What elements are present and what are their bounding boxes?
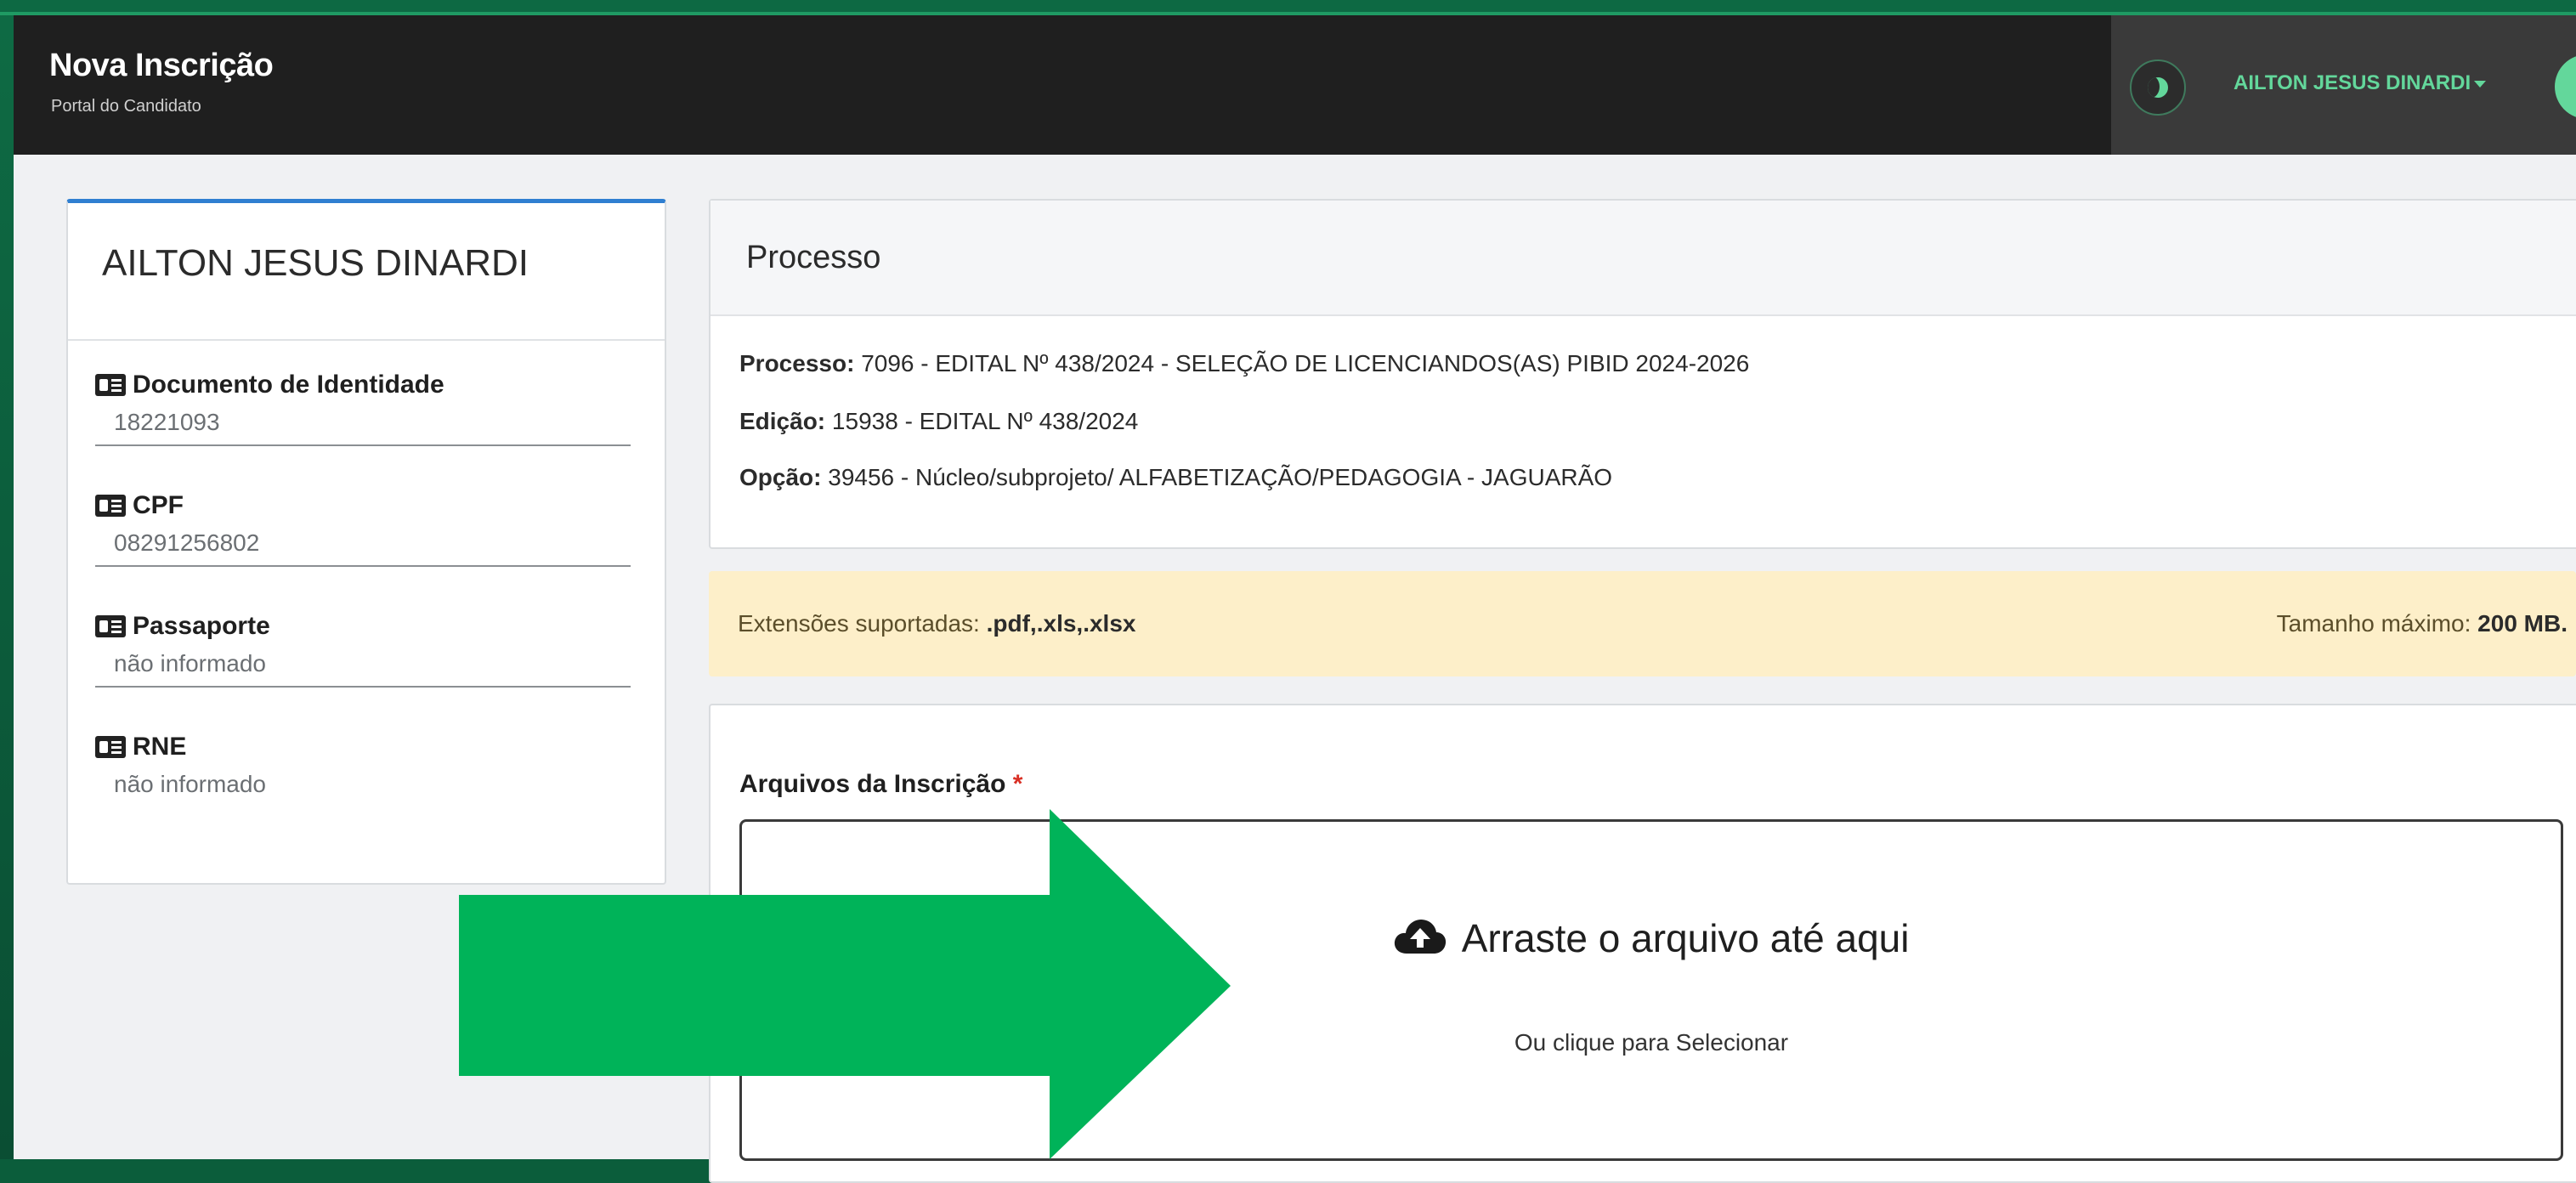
passport-field: Passaporte não informado bbox=[95, 611, 631, 688]
rne-label: RNE bbox=[133, 733, 187, 761]
identity-document-label: Documento de Identidade bbox=[133, 371, 444, 399]
id-card-icon bbox=[95, 495, 126, 517]
process-line: Processo: 7096 - EDITAL Nº 438/2024 - SE… bbox=[739, 350, 1750, 376]
passport-value: não informado bbox=[95, 650, 631, 688]
cpf-value: 08291256802 bbox=[95, 529, 631, 567]
user-menu-name: AILTON JESUS DINARDI bbox=[2233, 71, 2471, 94]
supported-extensions: Extensões suportadas: .pdf,.xls,.xlsx bbox=[738, 610, 1136, 637]
id-card-icon bbox=[95, 615, 126, 637]
moon-icon bbox=[2148, 77, 2168, 98]
max-file-size: Tamanho máximo: 200 MB. bbox=[2276, 610, 2568, 637]
user-menu-dropdown[interactable]: AILTON JESUS DINARDI bbox=[2233, 71, 2487, 95]
cloud-upload-icon bbox=[1395, 920, 1447, 954]
cpf-field: CPF 08291256802 bbox=[95, 490, 631, 567]
dropzone-subtitle: Ou clique para Selecionar bbox=[1514, 1029, 1789, 1056]
caret-down-icon bbox=[2474, 80, 2487, 88]
id-card-icon bbox=[95, 374, 126, 396]
process-card-header: Processo bbox=[711, 201, 2576, 316]
identity-document-value: 18221093 bbox=[95, 409, 631, 446]
page-subtitle: Portal do Candidato bbox=[51, 97, 201, 116]
process-card: Processo Processo: 7096 - EDITAL Nº 438/… bbox=[709, 199, 2576, 549]
process-card-title: Processo bbox=[746, 240, 881, 275]
top-navbar: Nova Inscrição Portal do Candidato AILTO… bbox=[14, 15, 2576, 155]
rne-field: RNE não informado bbox=[95, 732, 631, 807]
dropzone-title: Arraste o arquivo até aqui bbox=[1461, 916, 1910, 960]
outer-frame-left bbox=[0, 0, 14, 1159]
required-mark: * bbox=[1012, 770, 1023, 798]
option-line: Opção: 39456 - Núcleo/subprojeto/ ALFABE… bbox=[739, 464, 1613, 490]
file-dropzone[interactable]: Arraste o arquivo até aqui Ou clique par… bbox=[739, 819, 2563, 1161]
id-card-icon bbox=[95, 736, 126, 758]
registration-files-card: Arquivos da Inscrição * Arraste o arquiv… bbox=[709, 704, 2576, 1183]
identity-document-field: Documento de Identidade 18221093 bbox=[95, 370, 631, 446]
candidate-profile-card: AILTON JESUS DINARDI Documento de Identi… bbox=[66, 199, 666, 885]
candidate-name: AILTON JESUS DINARDI bbox=[102, 242, 529, 284]
cpf-label: CPF bbox=[133, 491, 184, 519]
profile-divider bbox=[68, 339, 665, 341]
rne-value: não informado bbox=[114, 771, 267, 797]
files-label: Arquivos da Inscrição * bbox=[739, 770, 1023, 798]
edition-line: Edição: 15938 - EDITAL Nº 438/2024 bbox=[739, 408, 1139, 434]
upload-constraints-alert: Extensões suportadas: .pdf,.xls,.xlsx Ta… bbox=[709, 571, 2576, 676]
passport-label: Passaporte bbox=[133, 612, 270, 640]
outer-frame-top bbox=[0, 0, 2576, 15]
theme-toggle-button[interactable] bbox=[2130, 59, 2186, 116]
page-title: Nova Inscrição bbox=[49, 48, 274, 83]
app-window: Nova Inscrição Portal do Candidato AILTO… bbox=[14, 15, 2576, 1183]
